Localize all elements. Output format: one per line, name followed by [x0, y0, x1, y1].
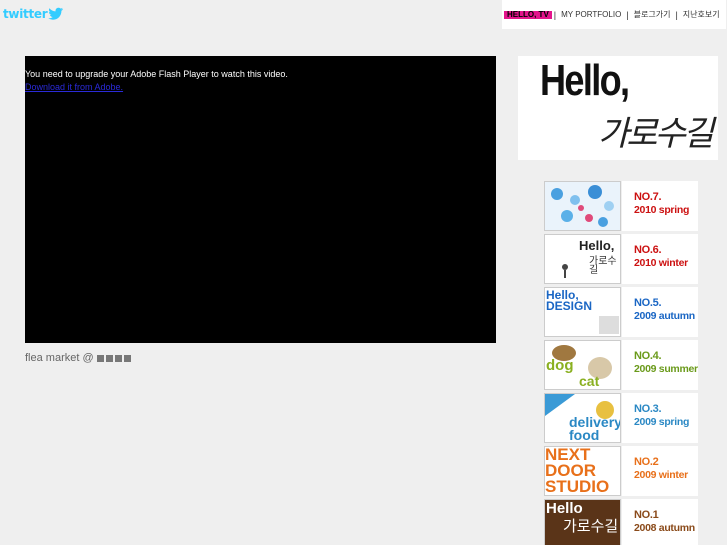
issue-season: 2009 winter [634, 469, 688, 481]
issue-season: 2010 spring [634, 204, 690, 216]
issue-label: NO.1 2008 autumn [622, 499, 698, 545]
thumb-hello-text: Hello, [579, 238, 615, 253]
issue-number: NO.5. [634, 297, 662, 309]
issue-item-2[interactable]: NEXT DOOR STUDIO NO.2 2009 winter [544, 446, 698, 496]
caption-placeholder-glyphs [96, 354, 131, 362]
banner-korean-text: 가로수길 [598, 114, 714, 154]
hello-banner: Hello, 가로수길 [518, 56, 718, 160]
video-caption: flea market @ [25, 352, 131, 364]
thumb-line2: food [569, 427, 600, 443]
thumb-line3: STUDIO [545, 477, 610, 496]
issue-number: NO.3. [634, 403, 662, 415]
hello-design-icon: Hello, DESIGN [544, 287, 621, 337]
issue-number: NO.2 [634, 456, 659, 468]
thumb-line1: NEXT [545, 446, 591, 464]
nav-my-portfolio[interactable]: MY PORTFOLIO [558, 10, 624, 19]
issue-item-6[interactable]: Hello, 가로수길 NO.6. 2010 winter [544, 234, 698, 284]
thumb-line2: cat [579, 373, 600, 389]
thumb-korean-text: 가로수길 [589, 256, 617, 276]
flash-upgrade-message: You need to upgrade your Adobe Flash Pla… [25, 69, 288, 79]
thumb-line2: DESIGN [546, 299, 593, 313]
nav-blog[interactable]: 블로그가기 [631, 9, 674, 20]
nav-hello-tv[interactable]: HELLO, TV [504, 10, 552, 19]
issue-label: NO.4. 2009 summer [622, 340, 698, 390]
issue-label: NO.3. 2009 spring [622, 393, 698, 443]
next-door-studio-icon: NEXT DOOR STUDIO [544, 446, 621, 496]
thumb-line1: dog [546, 357, 574, 374]
snow-illustration-icon [544, 181, 621, 231]
twitter-wordmark: twitter [3, 7, 48, 21]
caption-text: flea market @ [25, 352, 94, 364]
thumb-line2: DOOR [545, 461, 596, 480]
issue-season: 2009 autumn [634, 310, 695, 322]
issue-label: NO.2 2009 winter [622, 446, 698, 496]
issue-item-7[interactable]: NO.7. 2010 spring [544, 181, 698, 231]
issue-number: NO.4. [634, 350, 662, 362]
issue-number: NO.7. [634, 191, 662, 203]
twitter-bird-icon [48, 7, 64, 20]
issue-label: NO.6. 2010 winter [622, 234, 698, 284]
issue-season: 2009 summer [634, 363, 698, 375]
banner-hello-text: Hello, [540, 56, 630, 105]
issue-item-4[interactable]: dog cat NO.4. 2009 summer [544, 340, 698, 390]
delivery-food-icon: delivery food [544, 393, 621, 443]
top-navigation: HELLO, TV | MY PORTFOLIO | 블로그가기 | 지난호보기 [502, 0, 726, 29]
issue-label: NO.7. 2010 spring [622, 181, 698, 231]
issue-item-1[interactable]: Hello 가로수길 NO.1 2008 autumn [544, 499, 698, 545]
issue-season: 2009 spring [634, 416, 690, 428]
twitter-logo[interactable]: twitter [3, 6, 64, 22]
dog-cat-icon: dog cat [544, 340, 621, 390]
download-adobe-link[interactable]: Download it from Adobe. [25, 82, 123, 92]
video-player[interactable]: You need to upgrade your Adobe Flash Pla… [25, 56, 496, 343]
issue-number: NO.6. [634, 244, 662, 256]
issue-item-3[interactable]: delivery food NO.3. 2009 spring [544, 393, 698, 443]
issue-season: 2010 winter [634, 257, 688, 269]
thumb-hello-text: Hello [546, 500, 583, 517]
nav-past-issues[interactable]: 지난호보기 [680, 9, 723, 20]
thumb-korean-text: 가로수길 [563, 518, 619, 535]
issue-label: NO.5. 2009 autumn [622, 287, 698, 337]
issue-number: NO.1 [634, 509, 659, 521]
hello-handwriting-icon: Hello, 가로수길 [544, 234, 621, 284]
issue-item-5[interactable]: Hello, DESIGN NO.5. 2009 autumn [544, 287, 698, 337]
hello-brown-icon: Hello 가로수길 [544, 499, 621, 545]
issue-season: 2008 autumn [634, 522, 695, 534]
